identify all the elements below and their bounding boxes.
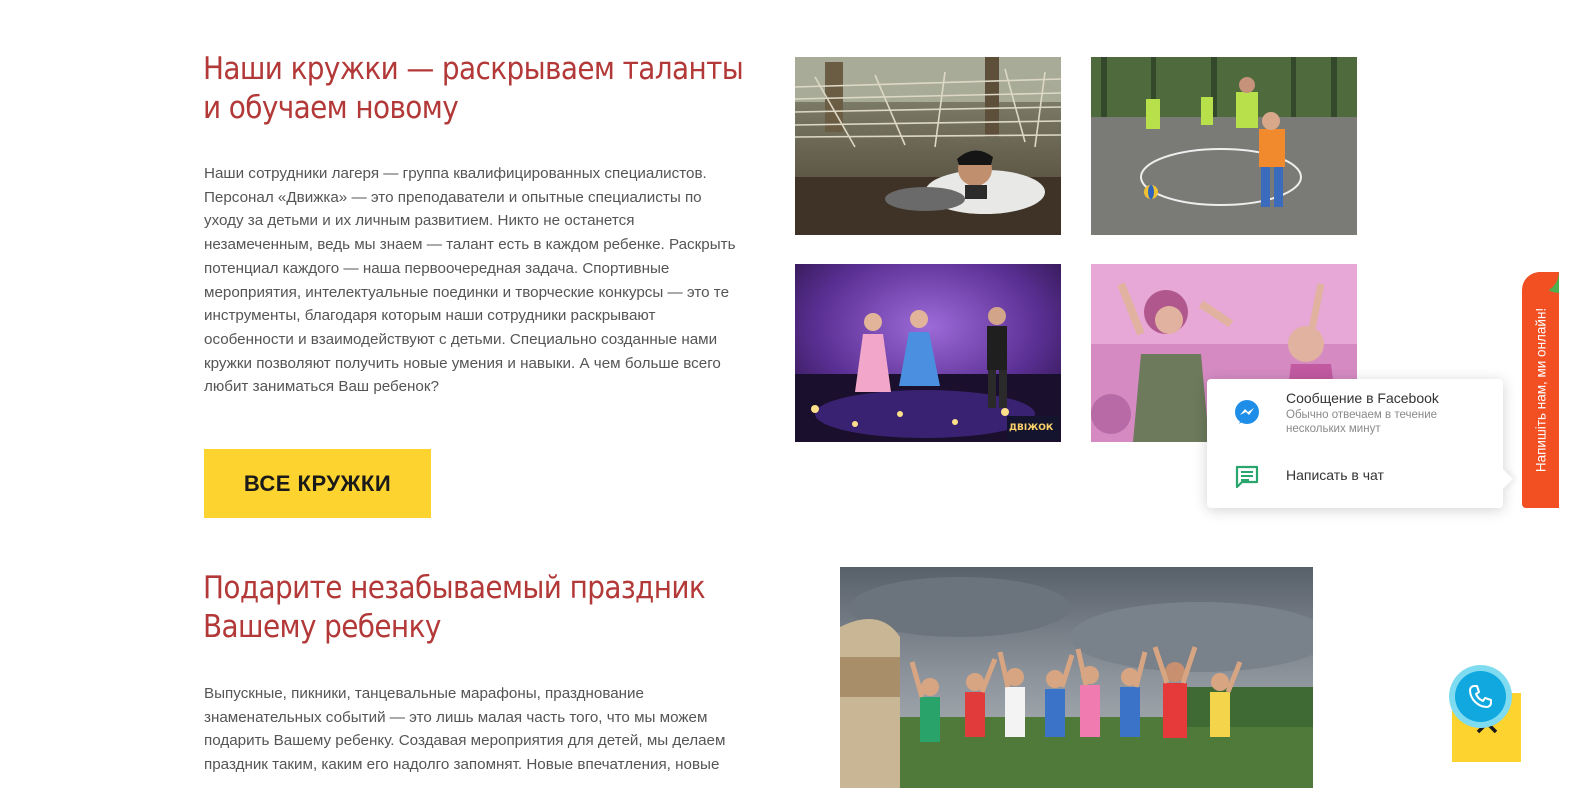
- page-scrollbar[interactable]: [1577, 0, 1591, 788]
- holiday-heading-line-1: Подарите незабываемый праздник: [203, 570, 706, 606]
- clubs-heading-line-2: и обучаем новому: [203, 90, 459, 126]
- phone-icon: [1469, 685, 1492, 708]
- facebook-message-subtitle: Обычно отвечаем в течение нескольких мин…: [1286, 409, 1438, 435]
- clubs-text-line: мероприятия, интелектуальные поединки и …: [204, 283, 730, 301]
- chat-options-popup: Сообщение в Facebook Обычно отвечаем в т…: [1207, 379, 1503, 508]
- photo-stage-performance[interactable]: ДВІЖОК: [795, 264, 1061, 442]
- photo-obstacle-course-image: [795, 57, 1061, 235]
- write-us-tab-label: Напишіть нам, ми онлайн!: [1533, 307, 1548, 473]
- holiday-text-line: Выпускные, пикники, танцевальные марафон…: [204, 685, 644, 702]
- photo-group-celebration[interactable]: [840, 567, 1313, 788]
- clubs-text-line: любит заниматься Ваш ребенок?: [204, 378, 439, 396]
- clubs-text-line: особенности и взаимодействуют с детьми. …: [204, 330, 718, 348]
- clubs-text-line: уходу за детьми и их личным развитием. Н…: [204, 212, 635, 230]
- photo-obstacle-course[interactable]: [795, 57, 1061, 235]
- messenger-icon: [1235, 400, 1259, 424]
- clubs-text-line: Наши сотрудники лагеря — группа квалифиц…: [204, 165, 707, 182]
- holiday-description: Выпускные, пикники, танцевальные марафон…: [204, 682, 764, 777]
- photo-football-game[interactable]: [1091, 57, 1357, 235]
- call-button-inner: [1455, 671, 1506, 722]
- clubs-heading: Наши кружки — раскрываем таланты и обуча…: [203, 50, 744, 128]
- clubs-text-line: кружки позволяют получить новые умения и…: [204, 354, 721, 372]
- clubs-heading-line-1: Наши кружки — раскрываем таланты: [203, 51, 744, 87]
- call-button[interactable]: [1449, 665, 1512, 728]
- page: Наши кружки — раскрываем таланты и обуча…: [0, 0, 1591, 788]
- stage-logo-text: ДВІЖОК: [1009, 423, 1054, 433]
- holiday-text-line: праздник таким, каким его надолго запомн…: [204, 756, 720, 774]
- clubs-text-line: незамеченным, ведь мы знаем — талант ест…: [204, 236, 736, 254]
- web-chat-option[interactable]: Написать в чат: [1207, 457, 1503, 497]
- photo-group-celebration-image: [840, 567, 1313, 788]
- holiday-text-line: знаменательных событий — это лишь малая …: [204, 708, 708, 726]
- write-us-tab[interactable]: Напишіть нам, ми онлайн!: [1522, 272, 1559, 508]
- facebook-message-option[interactable]: Сообщение в Facebook Обычно отвечаем в т…: [1207, 387, 1503, 447]
- photo-football-game-image: [1091, 57, 1357, 235]
- web-chat-title: Написать в чат: [1286, 467, 1384, 483]
- page-scrollbar-thumb[interactable]: [1581, 2, 1587, 786]
- clubs-description: Наши сотрудники лагеря — группа квалифиц…: [204, 162, 764, 399]
- holiday-heading: Подарите незабываемый праздник Вашему ре…: [203, 569, 706, 647]
- clubs-text-line: потенциал каждого — наша первоочередная …: [204, 259, 670, 277]
- clubs-text-line: Персонал «Движка» — это преподаватели и …: [204, 188, 702, 206]
- holiday-heading-line-2: Вашему ребенку: [203, 609, 441, 645]
- photo-stage-performance-image: ДВІЖОК: [795, 264, 1061, 442]
- all-clubs-button[interactable]: ВСЕ КРУЖКИ: [204, 449, 431, 518]
- clubs-text-line: инструменты, благодаря которым наши сотр…: [204, 307, 656, 325]
- holiday-text-line: подарить Вашему ребенку. Создавая меропр…: [204, 732, 726, 750]
- chat-tab-corner-decoration: [1538, 272, 1559, 293]
- chat-bubble-icon: [1235, 465, 1259, 489]
- facebook-message-title: Сообщение в Facebook: [1286, 390, 1439, 406]
